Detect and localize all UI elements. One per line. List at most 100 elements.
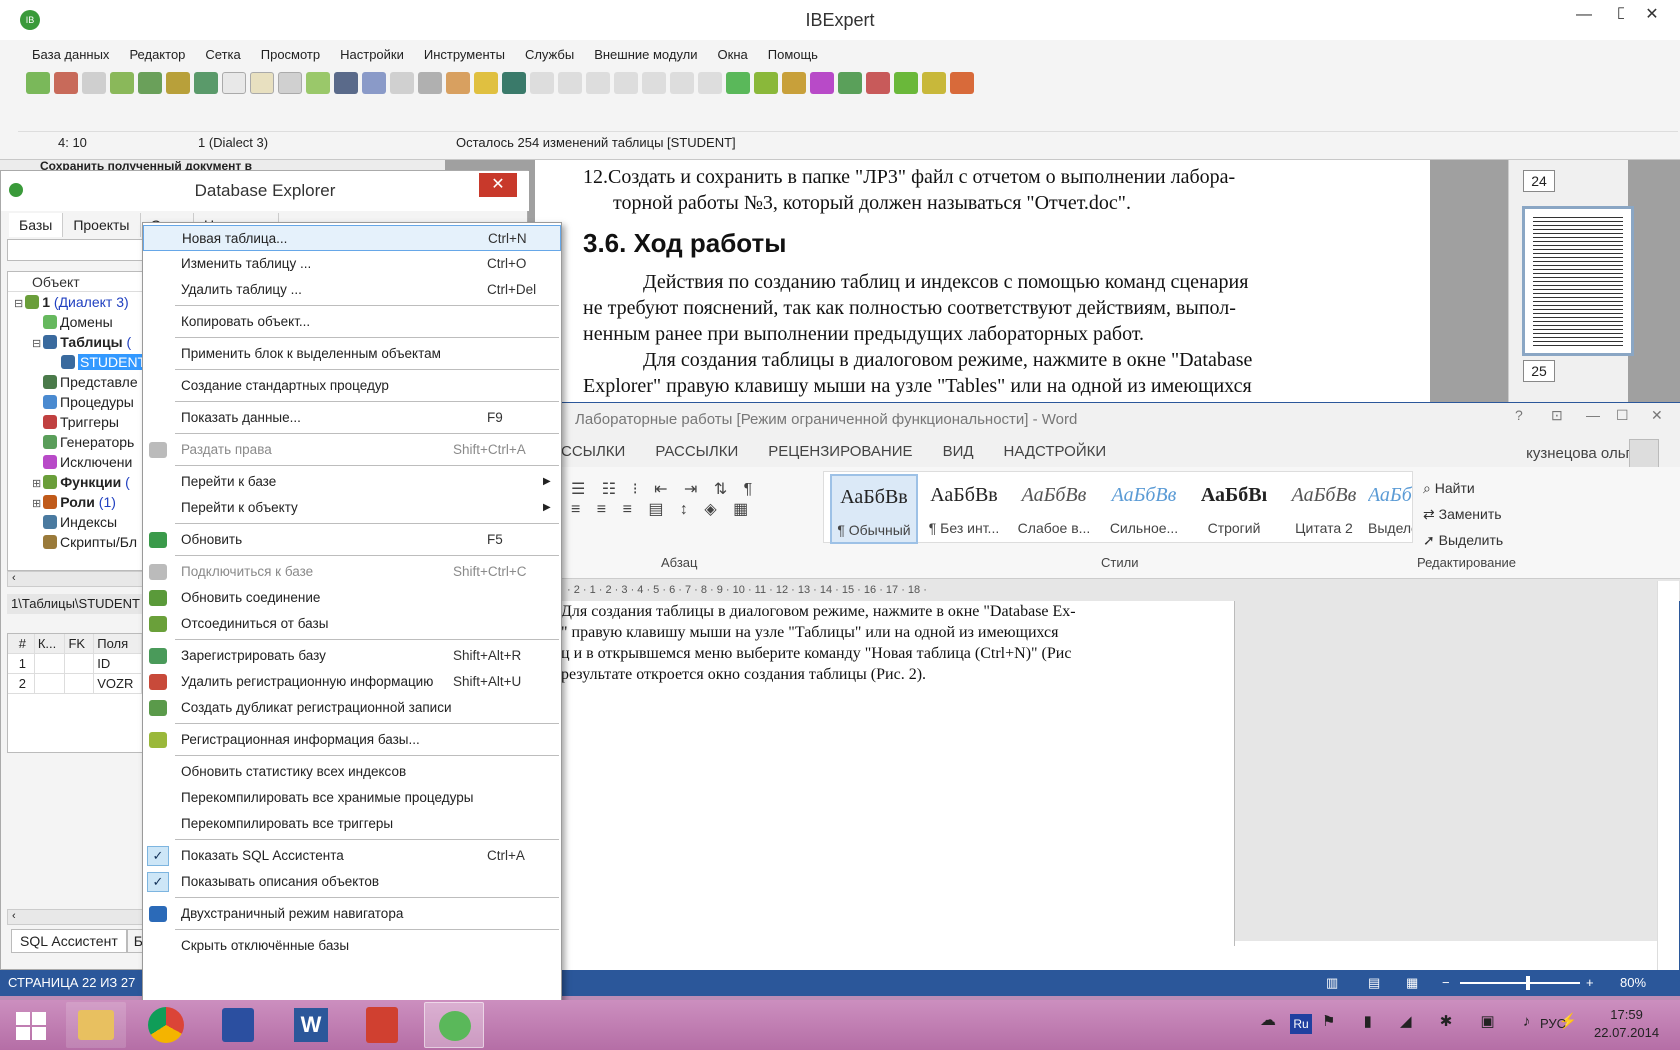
close-button[interactable]: ✕ bbox=[1624, 0, 1680, 30]
zoom-in-button[interactable]: + bbox=[1586, 970, 1594, 996]
expand-icon[interactable]: ⊟ bbox=[32, 338, 41, 350]
paste-icon[interactable] bbox=[642, 72, 666, 94]
tree-item[interactable]: ⊞ Роли (1) bbox=[8, 492, 142, 512]
help-icon[interactable]: ? bbox=[1515, 407, 1523, 423]
menu-item-регистрационная-информация-базы[interactable]: Регистрационная информация базы... bbox=[143, 727, 561, 753]
menu-item-обновить-статистику-всех-индексов[interactable]: Обновить статистику всех индексов bbox=[143, 759, 561, 785]
role-icon[interactable] bbox=[922, 72, 946, 94]
menu-item-удалить-таблицу[interactable]: Удалить таблицу ... Ctrl+Del bbox=[143, 277, 561, 303]
view-icon[interactable] bbox=[754, 72, 778, 94]
menu-item-применить-блок-к-выделенным-объектам[interactable]: Применить блок к выделенным объектам bbox=[143, 341, 561, 367]
grid-icon[interactable] bbox=[334, 72, 358, 94]
tab-addins[interactable]: НАДСТРОЙКИ bbox=[1004, 437, 1107, 467]
tree-item[interactable]: Домены bbox=[8, 312, 142, 332]
web-layout-icon[interactable]: ▦ bbox=[1406, 970, 1418, 996]
book-icon[interactable] bbox=[502, 72, 526, 94]
menu-item-создать-дубликат-регистрационной-записи[interactable]: Создать дубликат регистрационной записи bbox=[143, 695, 561, 721]
paragraph-controls[interactable]: ☰ ☷ ⁝ ⇤ ⇥ ⇅ ¶ ≡ ≡ ≡ ▤ ↕ ◈ ▦ bbox=[571, 479, 791, 539]
tree-item[interactable]: STUDENT bbox=[8, 352, 142, 372]
tree-item[interactable]: Триггеры bbox=[8, 412, 142, 432]
menu-item-перекомпилировать-все-хранимые-процедуры[interactable]: Перекомпилировать все хранимые процедуры bbox=[143, 785, 561, 811]
connect-icon[interactable] bbox=[82, 72, 106, 94]
menu-options[interactable]: Настройки bbox=[330, 44, 414, 66]
menu-item-обновить-соединение[interactable]: Обновить соединение bbox=[143, 585, 561, 611]
print-layout-icon[interactable]: ▤ bbox=[1368, 970, 1380, 996]
script-icon[interactable] bbox=[950, 72, 974, 94]
menu-item-перейти-к-объекту[interactable]: Перейти к объекту ▶ bbox=[143, 495, 561, 521]
menu-item-скрыть-отключённые-базы[interactable]: Скрыть отключённые базы bbox=[143, 933, 561, 959]
open-icon[interactable] bbox=[250, 72, 274, 94]
key-icon[interactable] bbox=[474, 72, 498, 94]
function-icon[interactable] bbox=[894, 72, 918, 94]
filter-input[interactable] bbox=[7, 239, 143, 261]
trigger-icon[interactable] bbox=[810, 72, 834, 94]
db-icon[interactable] bbox=[166, 72, 190, 94]
menu-help[interactable]: Помощь bbox=[758, 44, 828, 66]
tree-item[interactable]: Представле bbox=[8, 372, 142, 392]
tab-databases[interactable]: Базы bbox=[9, 213, 64, 237]
copy-icon[interactable] bbox=[278, 72, 302, 94]
zoom-slider-thumb[interactable] bbox=[1526, 976, 1530, 990]
thumbnail-page[interactable] bbox=[1522, 206, 1634, 356]
new-doc-icon[interactable] bbox=[222, 72, 246, 94]
ibexpert-taskbar-icon[interactable] bbox=[424, 1002, 484, 1048]
compare-icon[interactable] bbox=[362, 72, 386, 94]
edit-icon[interactable] bbox=[530, 72, 554, 94]
menu-item-перекомпилировать-все-триггеры[interactable]: Перекомпилировать все триггеры bbox=[143, 811, 561, 837]
grid-hscroll[interactable]: ‹ bbox=[7, 909, 143, 925]
word-close-button[interactable]: ✕ bbox=[1651, 407, 1663, 424]
menu-view[interactable]: Просмотр bbox=[251, 44, 330, 66]
menu-item-показать-sql-ассистента[interactable]: ✓ Показать SQL Ассистента Ctrl+A bbox=[143, 843, 561, 869]
tree-item[interactable]: Индексы bbox=[8, 512, 142, 532]
tree-item[interactable]: ⊟ Таблицы ( bbox=[8, 332, 142, 352]
chrome-taskbar-icon[interactable] bbox=[136, 1002, 196, 1048]
replace-button[interactable]: ⇄ Заменить bbox=[1423, 501, 1503, 527]
input-language[interactable]: РУС bbox=[1540, 1016, 1566, 1031]
user-icon[interactable] bbox=[446, 72, 470, 94]
tab-view[interactable]: ВИД bbox=[943, 437, 974, 467]
nav-icon[interactable] bbox=[558, 72, 582, 94]
import-icon[interactable] bbox=[194, 72, 218, 94]
page-counter[interactable]: СТРАНИЦА 22 ИЗ 27 bbox=[8, 970, 135, 996]
menu-item-отсоединиться-от-базы[interactable]: Отсоединиться от базы bbox=[143, 611, 561, 637]
thumb-page-label[interactable]: 24 bbox=[1523, 170, 1555, 192]
doc-taskbar-icon[interactable] bbox=[352, 1002, 412, 1048]
menu-item-зарегистрировать-базу[interactable]: Зарегистрировать базу Shift+Alt+R bbox=[143, 643, 561, 669]
tree-item[interactable]: Процедуры bbox=[8, 392, 142, 412]
menu-item-создание-стандартных-процедур[interactable]: Создание стандартных процедур bbox=[143, 373, 561, 399]
gen-icon[interactable] bbox=[838, 72, 862, 94]
disconnect-icon[interactable] bbox=[138, 72, 162, 94]
tab-references[interactable]: ССЫЛКИ bbox=[561, 437, 625, 467]
word-page[interactable]: Для создания таблицы в диалоговом режиме… bbox=[561, 601, 1235, 946]
menu-database[interactable]: База данных bbox=[22, 44, 119, 66]
expand-icon[interactable]: ⊞ bbox=[32, 478, 41, 490]
menu-item-перейти-к-базе[interactable]: Перейти к базе ▶ bbox=[143, 469, 561, 495]
clock[interactable]: 17:59 22.07.2014 bbox=[1594, 1006, 1659, 1042]
menu-services[interactable]: Службы bbox=[515, 44, 584, 66]
tab-review[interactable]: РЕЦЕНЗИРОВАНИЕ bbox=[768, 437, 912, 467]
tree-hscroll[interactable]: ‹ bbox=[7, 571, 143, 587]
unregister-db-icon[interactable] bbox=[54, 72, 78, 94]
table-row[interactable]: 2 VOZR bbox=[8, 674, 142, 694]
menu-item-обновить[interactable]: Обновить F5 bbox=[143, 527, 561, 553]
tree-item[interactable]: ⊟ 1 (Диалект 3) bbox=[8, 292, 142, 312]
menu-editor[interactable]: Редактор bbox=[119, 44, 195, 66]
menu-item-копировать-объект[interactable]: Копировать объект... bbox=[143, 309, 561, 335]
menu-item-новая-таблица[interactable]: Новая таблица... Ctrl+N bbox=[143, 225, 561, 251]
tree-item[interactable]: Скрипты/Бл bbox=[8, 532, 142, 552]
menu-tools[interactable]: Инструменты bbox=[414, 44, 515, 66]
style-normal[interactable]: АаБбВв ¶ Обычный bbox=[830, 474, 918, 544]
dbx-close-button[interactable]: ✕ bbox=[479, 173, 517, 197]
proc-icon[interactable] bbox=[782, 72, 806, 94]
word-taskbar-icon[interactable]: W bbox=[280, 1002, 340, 1048]
tab-projects[interactable]: Проекты bbox=[63, 213, 141, 237]
tree-item[interactable]: Генераторь bbox=[8, 432, 142, 452]
menu-plugins[interactable]: Внешние модули bbox=[584, 44, 707, 66]
account-name[interactable]: кузнецова ольга bbox=[1526, 439, 1639, 469]
avatar[interactable] bbox=[1629, 439, 1659, 469]
tab-mailings[interactable]: РАССЫЛКИ bbox=[655, 437, 738, 467]
word-minimize-button[interactable]: — bbox=[1586, 407, 1600, 423]
menu-grid[interactable]: Сетка bbox=[195, 44, 250, 66]
expand-icon[interactable]: ⊟ bbox=[14, 298, 23, 310]
menu-item-изменить-таблицу[interactable]: Изменить таблицу ... Ctrl+O bbox=[143, 251, 561, 277]
